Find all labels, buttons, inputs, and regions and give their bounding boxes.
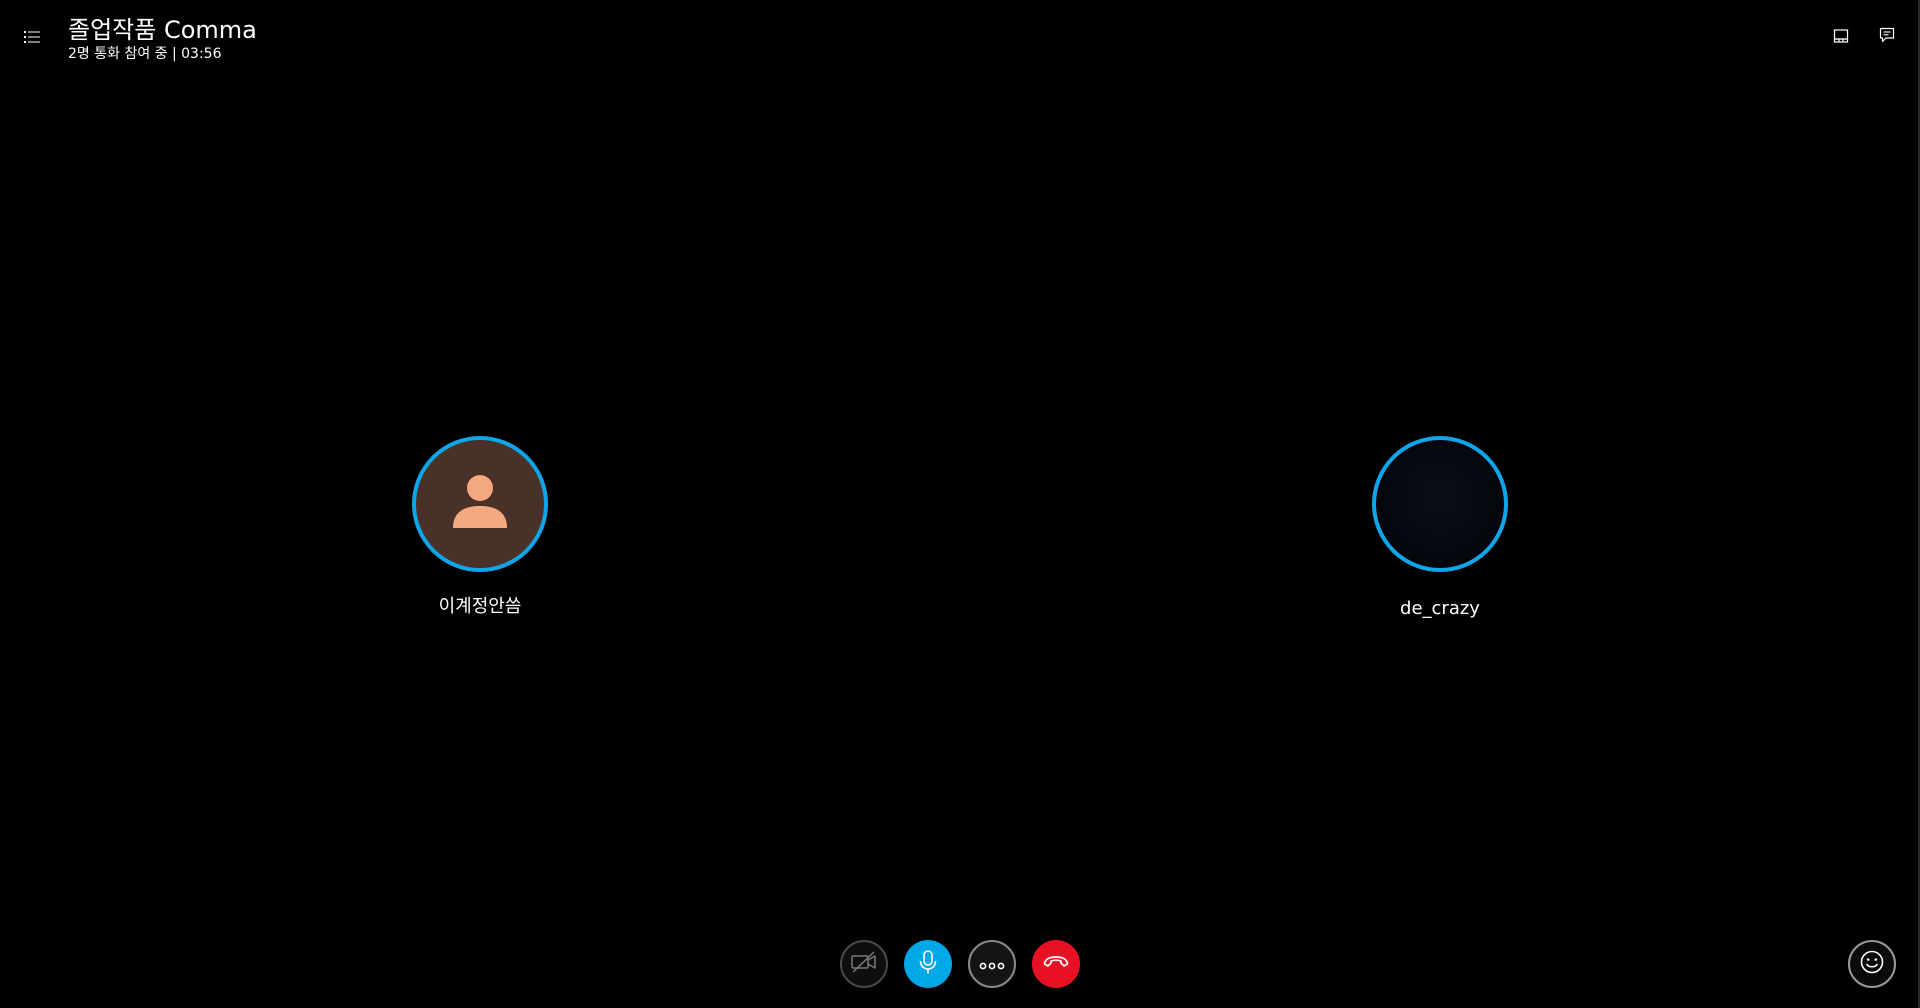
video-off-icon [850,950,878,978]
video-toggle-button[interactable] [840,940,888,988]
more-options-button[interactable] [968,940,1016,988]
microphone-icon [917,949,939,979]
list-icon [24,29,40,48]
call-window: 졸업작품 Comma 2명 통화 참여 중 | 03:56 이계정안씀 de_c… [0,0,1920,1008]
more-icon [979,955,1005,974]
default-person-icon [450,472,510,536]
avatar [412,436,548,572]
chat-icon [1879,27,1895,47]
avatar [1372,436,1508,572]
chat-button[interactable] [1872,24,1902,50]
end-call-button[interactable] [1032,940,1080,988]
participant-name: 이계정안씀 [438,596,522,617]
layout-icon [1833,28,1849,47]
layout-button[interactable] [1826,24,1856,50]
hang-up-icon [1042,954,1070,974]
participant-name: de_crazy [1400,598,1480,619]
participants-list-button[interactable] [18,26,46,50]
participant-tile[interactable]: de_crazy [1330,436,1550,620]
reactions-button[interactable] [1848,940,1896,988]
emoji-icon [1859,949,1885,979]
mute-button[interactable] [904,940,952,988]
call-title: 졸업작품 Comma [68,16,257,44]
participant-tile[interactable]: 이계정안씀 [370,436,590,618]
call-status: 2명 통화 참여 중 | 03:56 [68,46,222,62]
